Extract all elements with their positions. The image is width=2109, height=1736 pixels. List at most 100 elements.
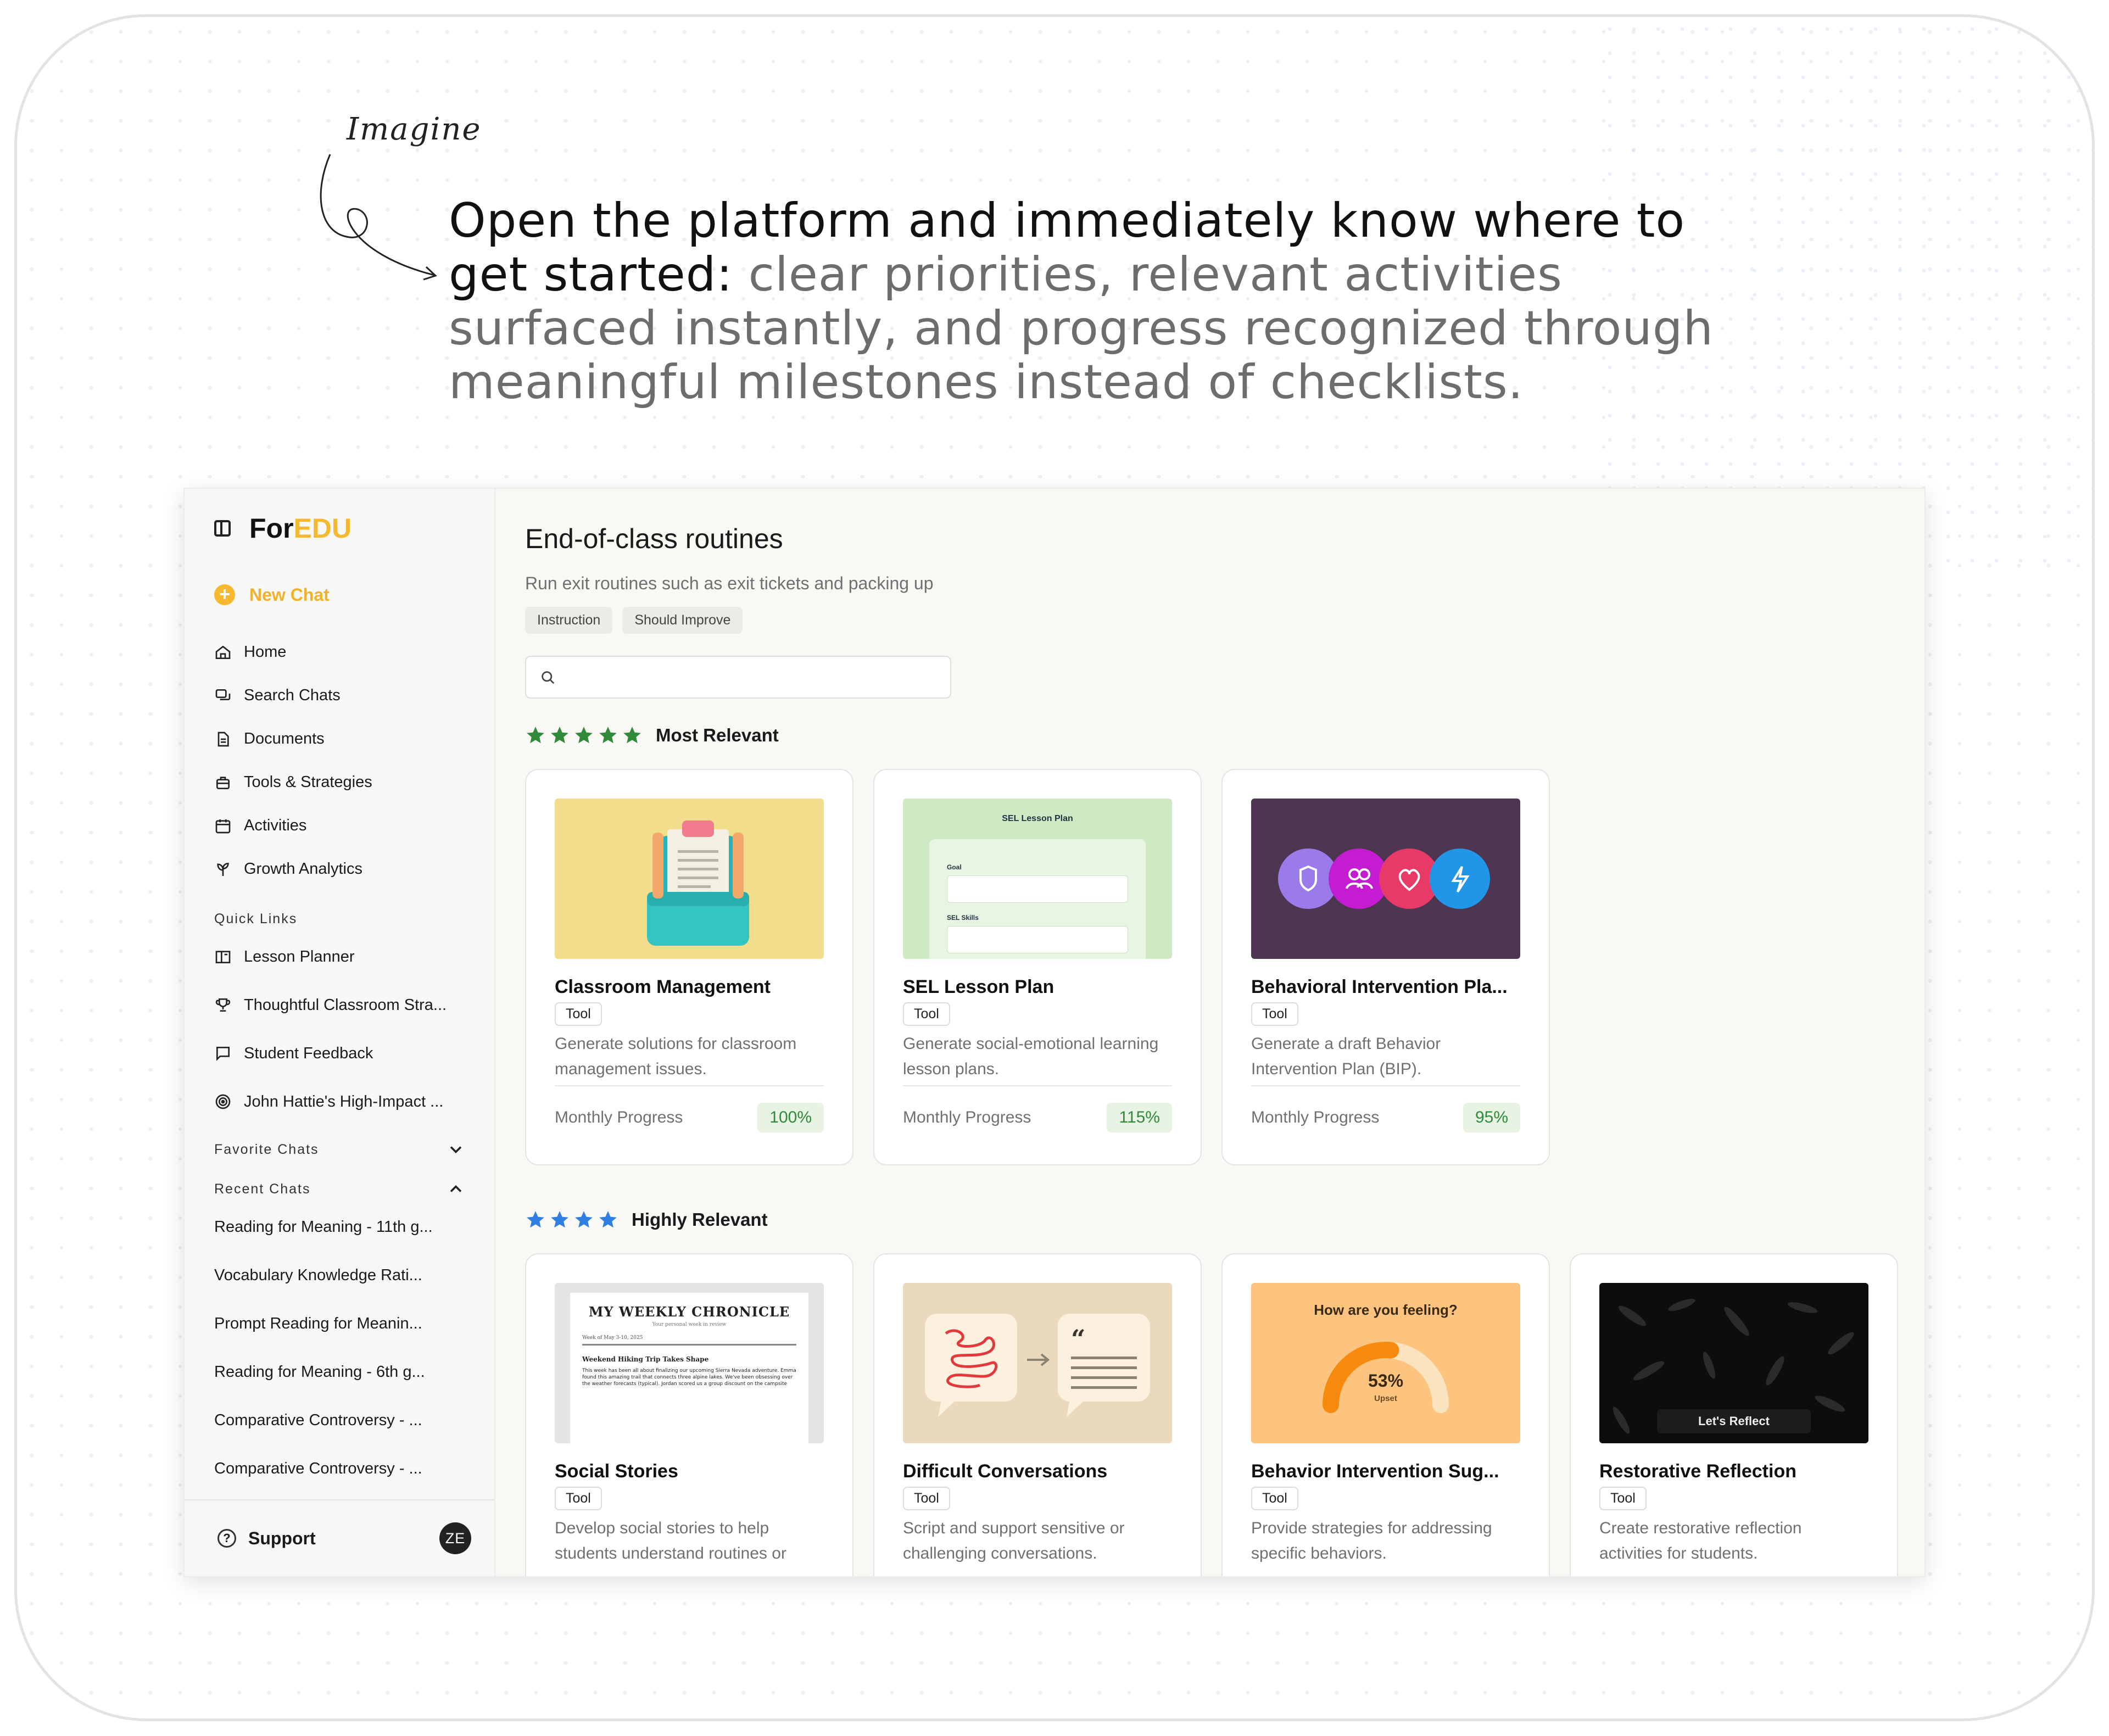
five-star-rating: [525, 725, 643, 746]
search-input[interactable]: [566, 668, 937, 686]
main-content: End-of-class routines Run exit routines …: [495, 489, 1924, 1576]
support-button[interactable]: ? Support: [217, 1528, 316, 1549]
card-footer: Monthly Progress 115%: [903, 1085, 1172, 1132]
quick-link-label: John Hattie's High-Impact ...: [244, 1092, 444, 1110]
progress-badge: 95%: [1463, 1103, 1520, 1132]
newsletter-illustration: MY WEEKLY CHRONICLE Your personal week i…: [555, 1283, 824, 1443]
progress-badge: 115%: [1107, 1103, 1172, 1132]
card-description: Develop social stories to help students …: [555, 1519, 786, 1562]
favorite-chats-label: Favorite Chats: [214, 1141, 319, 1157]
tool-badge: Tool: [903, 1487, 950, 1510]
recent-chat-item[interactable]: Comparative Controversy - ...: [214, 1444, 466, 1493]
card-description: Script and support sensitive or challeng…: [903, 1519, 1125, 1562]
tool-card-restorative-reflection[interactable]: Let's Reflect Restorative Reflection Too…: [1570, 1253, 1898, 1576]
group-label: Highly Relevant: [632, 1209, 768, 1230]
tool-badge: Tool: [1599, 1487, 1647, 1510]
page-title: End-of-class routines: [525, 523, 783, 554]
nav-label: Activities: [244, 817, 307, 834]
logo[interactable]: ForEDU: [249, 512, 352, 544]
tool-card-sel-lesson-plan[interactable]: SEL Lesson Plan Goal SEL Skills SEL Less…: [873, 769, 1202, 1165]
imagine-script-label: Imagine: [347, 111, 482, 147]
nav-label: Growth Analytics: [244, 860, 362, 878]
group-most-relevant: Most Relevant Classroom Management Tool …: [525, 725, 1924, 1165]
recent-chat-item[interactable]: Vocabulary Knowledge Rati...: [214, 1251, 466, 1299]
nav-item-home[interactable]: Home: [214, 630, 466, 674]
star-icon: [575, 727, 593, 744]
group-highly-relevant: Highly Relevant MY WEEKLY CHRONICLE Your…: [525, 1209, 1924, 1576]
tag-instruction[interactable]: Instruction: [525, 607, 613, 634]
nav-item-search-chats[interactable]: Search Chats: [214, 674, 466, 717]
new-chat-button[interactable]: + New Chat: [214, 584, 466, 605]
sidebar-toggle-icon[interactable]: [214, 520, 231, 537]
card-title: Classroom Management: [555, 976, 771, 997]
quick-link-thoughtful-classroom[interactable]: Thoughtful Classroom Stra...: [214, 981, 466, 1029]
page-subtitle: Run exit routines such as exit tickets a…: [525, 573, 934, 593]
behavior-icons-illustration: [1251, 799, 1520, 959]
tool-badge: Tool: [1251, 1487, 1298, 1510]
recent-chat-item[interactable]: Reading for Meaning - 6th g...: [214, 1348, 466, 1396]
progress-label: Monthly Progress: [903, 1108, 1031, 1126]
tag-list: Instruction Should Improve: [525, 607, 1924, 634]
tools-icon: [214, 774, 232, 791]
star-icon: [551, 727, 568, 744]
quick-link-label: Student Feedback: [244, 1044, 373, 1062]
hero-headline: Open the platform and immediately know w…: [449, 194, 1778, 409]
gauge-mood: Upset: [1374, 1394, 1397, 1403]
comment-icon: [214, 1045, 232, 1062]
recent-chats-toggle[interactable]: Recent Chats: [214, 1175, 466, 1203]
card-title: Behavioral Intervention Pla...: [1251, 976, 1508, 997]
recent-chat-item[interactable]: Prompt Reading for Meanin...: [214, 1299, 466, 1348]
card-title: SEL Lesson Plan: [903, 976, 1054, 997]
search-icon: [542, 671, 555, 684]
card-description: Create restorative reflection activities…: [1599, 1519, 1802, 1562]
tool-card-classroom-management[interactable]: Classroom Management Tool Generate solut…: [525, 769, 853, 1165]
card-footer: Monthly Progress 95%: [1251, 1085, 1520, 1132]
tool-card-behavior-intervention-suggestions[interactable]: How are you feeling? 53% Upset Behavior …: [1221, 1253, 1550, 1576]
tool-card-difficult-conversations[interactable]: “ Difficult Conversations Tool Script an…: [873, 1253, 1202, 1576]
card-title: Behavior Intervention Sug...: [1251, 1461, 1499, 1482]
svg-text:“: “: [1071, 1324, 1085, 1354]
card-title: Restorative Reflection: [1599, 1461, 1796, 1482]
main-nav: Home Search Chats Documents Tools & Stra…: [214, 630, 466, 891]
recent-chat-item[interactable]: Reading for Meaning - 11th g...: [214, 1203, 466, 1251]
recent-chat-item[interactable]: Comparative Controversy - ...: [214, 1396, 466, 1444]
card-description: Provide strategies for addressing specif…: [1251, 1519, 1492, 1562]
curved-arrow-icon: [320, 154, 437, 281]
tag-should-improve[interactable]: Should Improve: [622, 607, 743, 634]
quick-link-lesson-planner[interactable]: Lesson Planner: [214, 933, 466, 981]
mood-gauge: [1323, 1342, 1449, 1413]
newsletter-week: Week of May 3-10, 2025: [582, 1335, 796, 1346]
four-star-rating: [525, 1209, 618, 1230]
quick-link-hattie[interactable]: John Hattie's High-Impact ...: [214, 1078, 466, 1126]
progress-label: Monthly Progress: [1251, 1108, 1380, 1126]
nav-item-activities[interactable]: Activities: [214, 804, 466, 847]
clipboard-illustration: [555, 799, 824, 959]
favorite-chats-toggle[interactable]: Favorite Chats: [214, 1136, 466, 1163]
tool-card-behavioral-intervention-plan[interactable]: Behavioral Intervention Pla... Tool Gene…: [1221, 769, 1550, 1165]
avatar[interactable]: ZE: [439, 1522, 471, 1554]
progress-label: Monthly Progress: [555, 1108, 683, 1126]
quick-links-label: Quick Links: [214, 911, 298, 926]
card-row: MY WEEKLY CHRONICLE Your personal week i…: [525, 1253, 1924, 1576]
brand: ForEDU: [214, 512, 466, 545]
nav-item-documents[interactable]: Documents: [214, 717, 466, 761]
reflection-illustration: Let's Reflect: [1599, 1283, 1868, 1443]
nav-label: Documents: [244, 730, 325, 747]
tool-badge: Tool: [1251, 1002, 1298, 1026]
new-chat-label: New Chat: [249, 584, 330, 605]
nav-item-tools-strategies[interactable]: Tools & Strategies: [214, 761, 466, 804]
newsletter-masthead: MY WEEKLY CHRONICLE: [588, 1304, 790, 1320]
nav-item-growth-analytics[interactable]: Growth Analytics: [214, 847, 466, 891]
tool-badge: Tool: [555, 1002, 602, 1026]
quick-link-label: Thoughtful Classroom Stra...: [244, 996, 447, 1014]
search-box[interactable]: [525, 656, 951, 699]
plus-icon: +: [214, 584, 235, 605]
target-icon: [214, 1093, 232, 1110]
star-icon: [623, 727, 641, 744]
star-icon: [575, 1211, 593, 1228]
trophy-icon: [214, 996, 232, 1014]
tool-card-social-stories[interactable]: MY WEEKLY CHRONICLE Your personal week i…: [525, 1253, 853, 1576]
quick-link-student-feedback[interactable]: Student Feedback: [214, 1029, 466, 1078]
star-icon: [527, 1211, 544, 1228]
sel-form-heading: SEL Lesson Plan: [1002, 814, 1073, 823]
